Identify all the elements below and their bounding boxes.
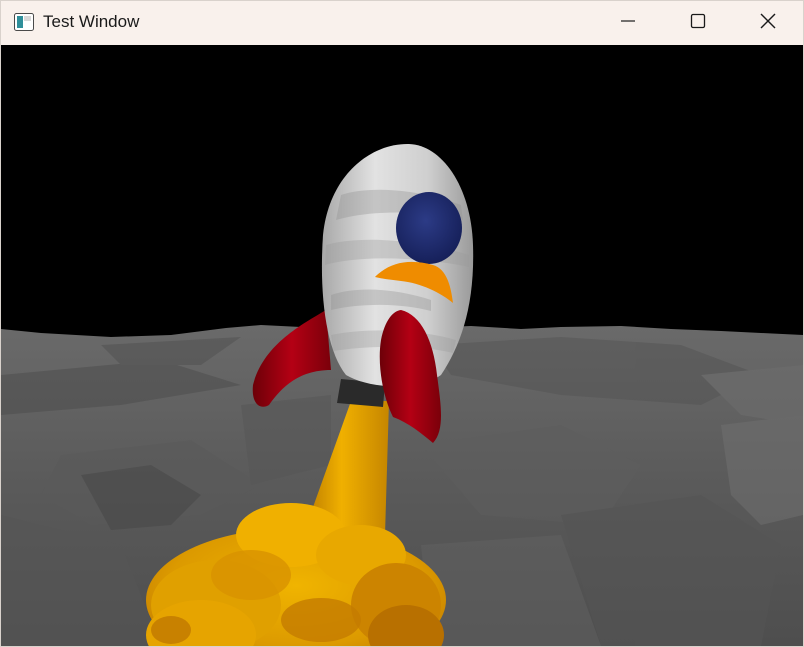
maximize-icon <box>690 13 706 34</box>
3d-render-viewport[interactable] <box>1 45 803 646</box>
maximize-button[interactable] <box>663 1 733 45</box>
title-bar[interactable]: Test Window <box>1 1 803 45</box>
application-window: Test Window <box>0 0 804 647</box>
close-icon <box>759 12 777 35</box>
minimize-icon <box>620 13 636 34</box>
window-app-icon <box>14 13 34 31</box>
rocket-window <box>396 192 462 264</box>
close-button[interactable] <box>733 1 803 45</box>
minimize-button[interactable] <box>593 1 663 45</box>
window-title: Test Window <box>43 12 140 31</box>
